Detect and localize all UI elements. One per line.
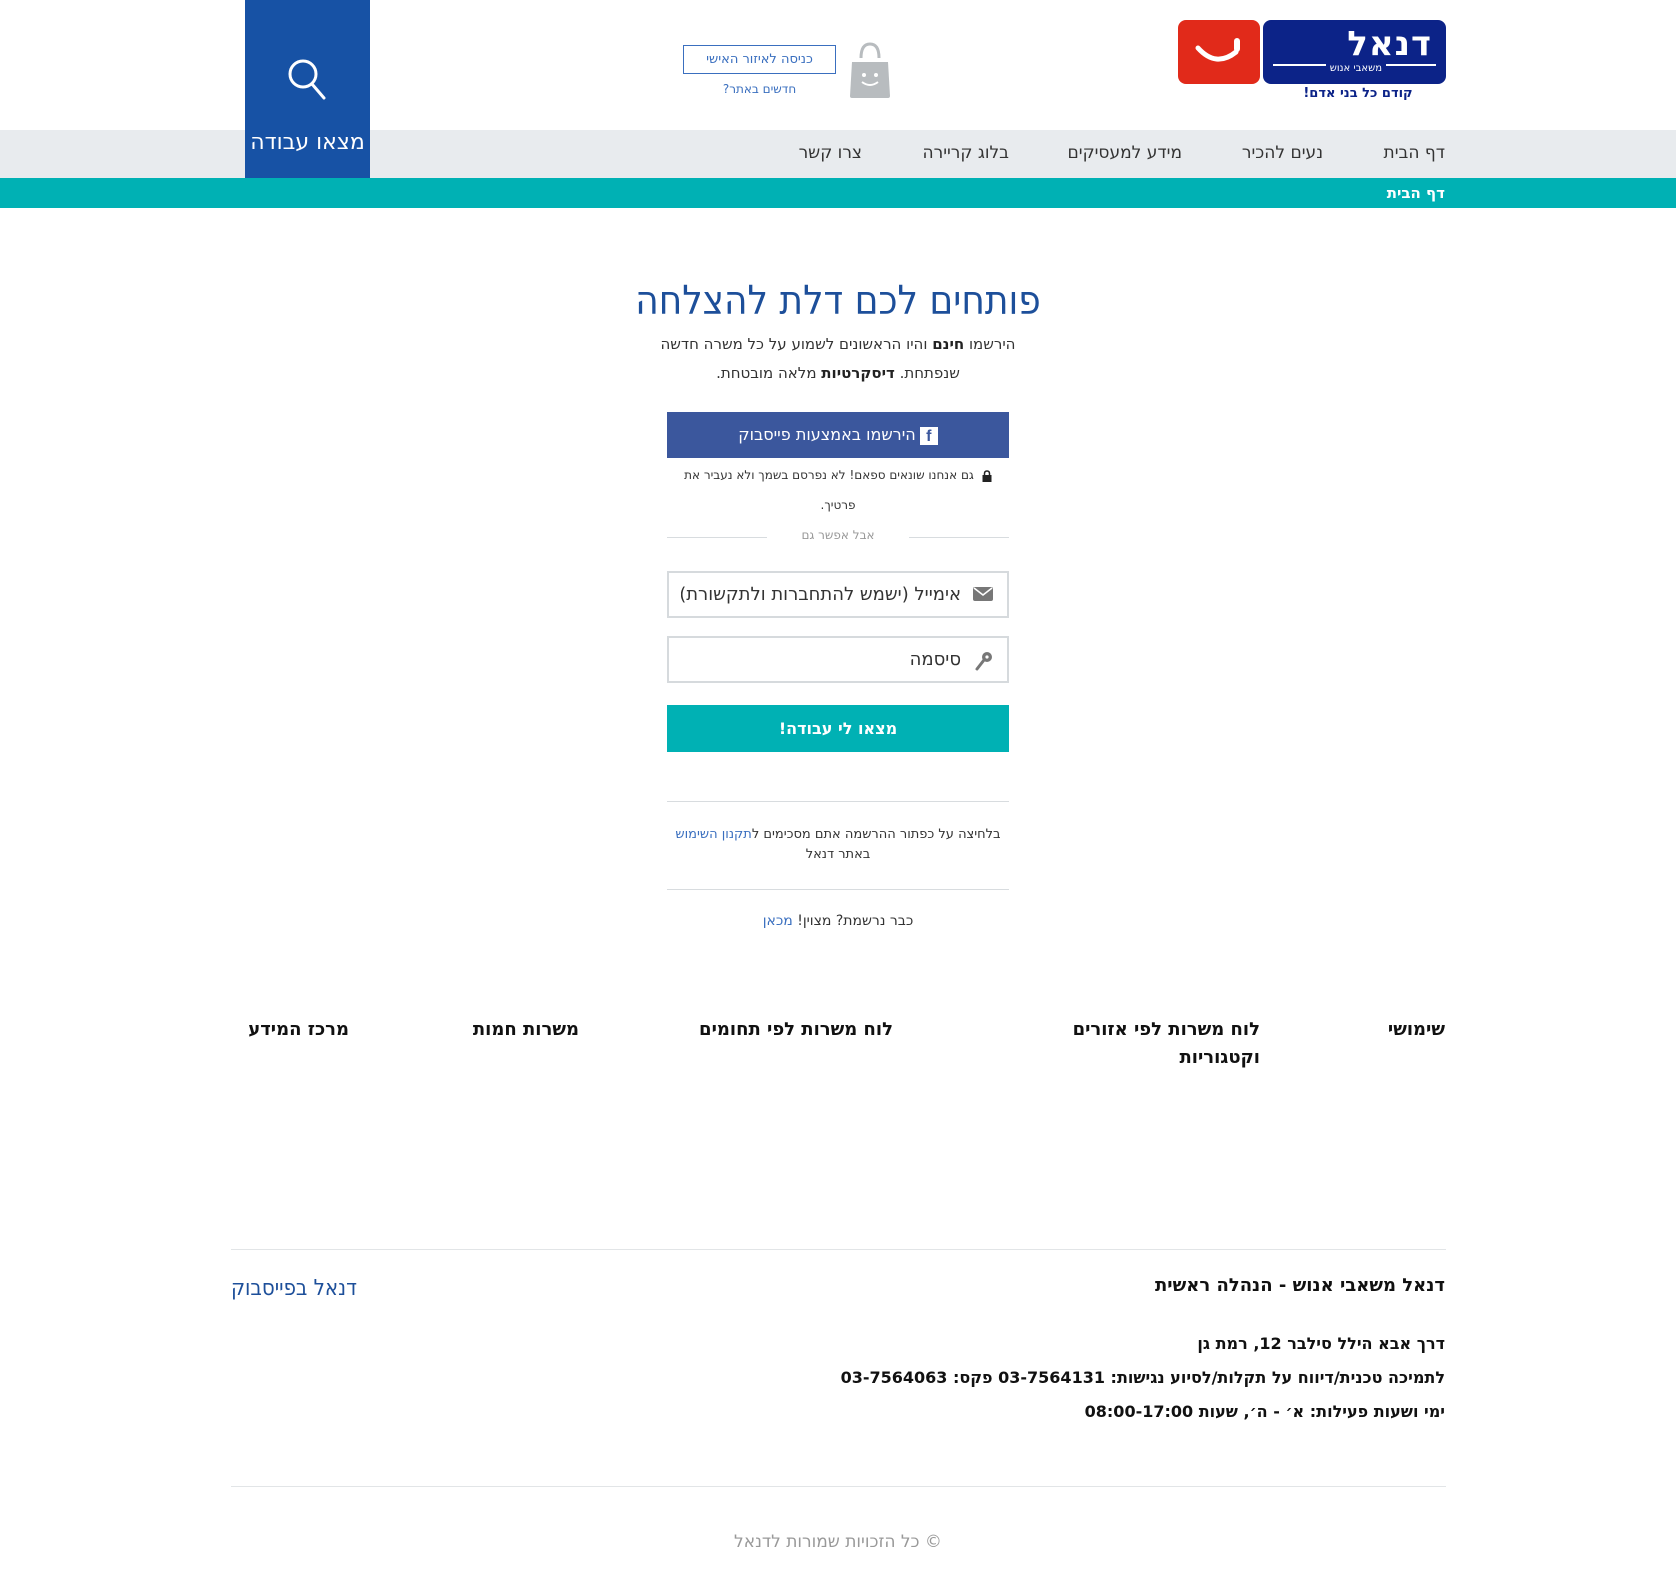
terms-part-1: בלחיצה על כפתור ההרשמה אתם מסכימים ל bbox=[751, 827, 1001, 842]
logo-word: דנאל bbox=[1347, 24, 1432, 64]
danel-facebook-link[interactable]: דנאל בפייסבוק bbox=[231, 1276, 357, 1301]
subtitle-discreet: דיסקרטיות bbox=[821, 364, 895, 382]
facebook-signup-button[interactable]: fהירשמו באמצעות פייסבוק bbox=[667, 412, 1009, 458]
lock-icon bbox=[982, 469, 992, 482]
footer-divider-1 bbox=[231, 1249, 1446, 1250]
divider-right bbox=[909, 537, 1009, 538]
logo-tagline: קודם כל בני אדם! bbox=[1303, 86, 1413, 101]
search-icon bbox=[288, 59, 326, 100]
email-input[interactable] bbox=[681, 573, 961, 616]
password-field[interactable] bbox=[667, 636, 1009, 683]
subtitle-part-3: מלאה מובטחת. bbox=[716, 364, 822, 382]
already-text: כבר נרשמת? מצוין! bbox=[792, 913, 914, 929]
signup-subtitle: הירשמו חינם והיו הראשונים לשמוע על כל מש… bbox=[658, 330, 1018, 388]
shopping-bag-icon[interactable] bbox=[848, 40, 892, 100]
subtitle-part-1: הירשמו bbox=[964, 335, 1016, 353]
nav-item-contact[interactable]: צרו קשר bbox=[799, 143, 862, 163]
email-field[interactable] bbox=[667, 571, 1009, 618]
footer-col-info-center[interactable]: מרכז המידע bbox=[248, 1016, 349, 1044]
new-users-link[interactable]: חדשים באתר? bbox=[683, 82, 836, 96]
key-icon bbox=[975, 652, 992, 671]
page-title: פותחים לכם דלת להצלחה bbox=[635, 278, 1041, 324]
footer-col-jobs-by-region[interactable]: לוח משרות לפי אזורים וקטגוריות bbox=[1060, 1016, 1260, 1072]
already-registered-text: כבר נרשמת? מצוין! מכאן bbox=[667, 913, 1009, 929]
divider-left bbox=[667, 537, 767, 538]
find-me-job-submit-button[interactable]: מצאו לי עבודה! bbox=[667, 705, 1009, 752]
nav-item-home[interactable]: דף הבית bbox=[1384, 143, 1445, 163]
personal-area-login-button[interactable]: כניסה לאיזור האישי bbox=[683, 45, 836, 74]
terms-text: בלחיצה על כפתור ההרשמה אתם מסכימים לתקנו… bbox=[667, 825, 1009, 865]
hq-address: דרך אבא הילל סילבר 12, רמת גן bbox=[1197, 1334, 1445, 1353]
breadcrumb: דף הבית bbox=[0, 178, 1676, 208]
facebook-icon: f bbox=[919, 426, 938, 445]
nav-item-employers[interactable]: מידע למעסיקים bbox=[1067, 143, 1182, 163]
password-input[interactable] bbox=[681, 638, 961, 681]
spam-note: גם אנחנו שונאים ספאם! לא נפרסם בשמך ולא … bbox=[670, 460, 1006, 520]
envelope-icon bbox=[973, 587, 993, 601]
terms-part-2: באתר דנאל bbox=[805, 847, 871, 862]
logo-wordmark: דנאל משאבי אנוש bbox=[1263, 20, 1446, 84]
breadcrumb-home[interactable]: דף הבית bbox=[1387, 184, 1445, 202]
terms-of-use-link[interactable]: תקנון השימוש bbox=[675, 827, 751, 842]
hq-hours: ימי ושעות פעילות: א׳ - ה׳, שעות 08:00-17… bbox=[1084, 1402, 1445, 1421]
find-job-search-button[interactable]: מצאו עבודה bbox=[245, 0, 370, 178]
logo-subtitle: משאבי אנוש bbox=[1325, 63, 1386, 74]
find-job-label: מצאו עבודה bbox=[250, 130, 365, 155]
nav-item-about[interactable]: נעים להכיר bbox=[1242, 143, 1323, 163]
separator-1 bbox=[667, 801, 1009, 802]
footer-col-jobs-by-field[interactable]: לוח משרות לפי תחומים bbox=[699, 1016, 893, 1044]
site-header: דנאל משאבי אנוש קודם כל בני אדם! כניסה ל… bbox=[0, 0, 1676, 178]
nav-item-career-blog[interactable]: בלוג קריירה bbox=[923, 143, 1010, 163]
login-here-link[interactable]: מכאן bbox=[763, 913, 793, 929]
copyright: © כל הזכויות שמורות לדנאל bbox=[734, 1532, 942, 1552]
separator-2 bbox=[667, 889, 1009, 890]
facebook-signup-label: הירשמו באמצעות פייסבוק bbox=[738, 425, 916, 444]
footer-divider-2 bbox=[231, 1486, 1446, 1487]
footer-col-useful[interactable]: שימושי bbox=[1388, 1016, 1445, 1044]
spam-note-text: גם אנחנו שונאים ספאם! לא נפרסם בשמך ולא … bbox=[684, 468, 974, 512]
subtitle-free: חינם bbox=[932, 335, 965, 353]
hq-title: דנאל משאבי אנוש - הנהלה ראשית bbox=[1154, 1275, 1445, 1296]
or-separator-text: אבל אפשר גם bbox=[801, 528, 875, 542]
danel-logo[interactable]: דנאל משאבי אנוש קודם כל בני אדם! bbox=[1178, 20, 1446, 104]
hq-support-phone: לתמיכה טכנית/דיווח על תקלות/לסיוע נגישות… bbox=[840, 1368, 1445, 1387]
smile-logo-icon bbox=[1178, 20, 1260, 84]
footer-col-hot-jobs[interactable]: משרות חמות bbox=[473, 1016, 579, 1044]
